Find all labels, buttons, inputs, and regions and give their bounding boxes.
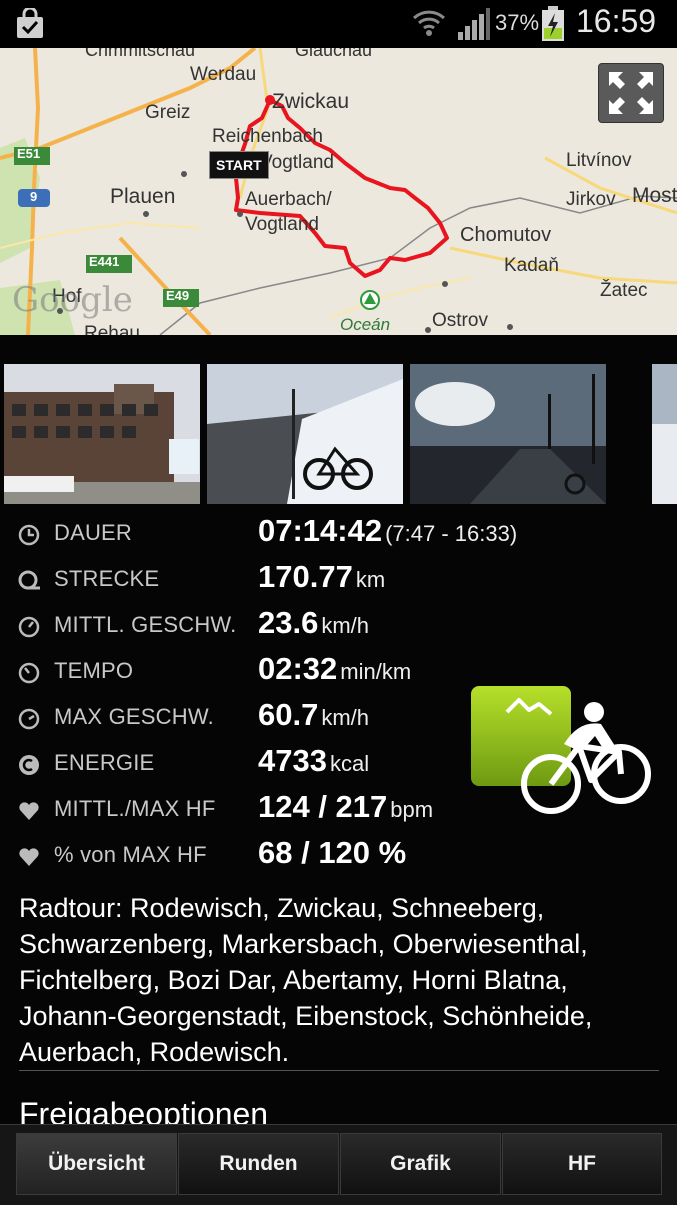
map-label-vogtland-2: Vogtland	[245, 214, 319, 235]
heart-icon	[19, 802, 39, 820]
map-label-crimmitschau: Crimmitschau	[85, 48, 196, 60]
photo-strip[interactable]	[0, 362, 677, 506]
snow-photo-partial[interactable]	[652, 364, 677, 504]
stat-value: 68 / 120 %	[258, 835, 407, 870]
building-photo[interactable]	[4, 364, 200, 504]
google-logo: Google	[12, 280, 133, 320]
stat-label: MAX GESCHW.	[54, 704, 214, 729]
heart-icon	[19, 848, 39, 866]
stat-label: ENERGIE	[54, 750, 155, 775]
map-label-kadan: Kadaň	[504, 255, 559, 276]
map-label-werdau: Werdau	[190, 64, 257, 85]
map-label-litvinov: Litvínov	[566, 150, 632, 171]
battery-charging-icon	[542, 6, 564, 41]
map-label-rehau: Rehau	[84, 323, 140, 335]
road-e441: E441	[89, 254, 120, 269]
stat-distance: STRECKE 170.77 km	[0, 558, 677, 602]
cycling-icon	[471, 686, 651, 814]
map-label-reichenbach: Reichenbach	[212, 126, 323, 147]
stat-value: 4733 kcal	[258, 743, 370, 778]
bottom-tab-bar: Übersicht Runden Grafik HF	[0, 1124, 677, 1205]
tab-heart-rate[interactable]: HF	[502, 1133, 662, 1195]
tempo-icon	[18, 662, 40, 684]
start-marker[interactable]: START	[209, 151, 269, 179]
road-e51: E51	[17, 146, 41, 161]
map-label-chomutov: Chomutov	[460, 224, 552, 246]
stat-value: 170.77 km	[258, 559, 386, 594]
stat-duration: DAUER 07:14:42 (7:47 - 16:33)	[0, 512, 677, 556]
map-label-plauen: Plauen	[110, 185, 176, 208]
stat-label: STRECKE	[54, 566, 160, 591]
map-label-jirkov: Jirkov	[566, 189, 616, 210]
sunset-road-photo[interactable]	[410, 364, 606, 504]
expand-icon	[609, 72, 653, 114]
stat-label: DAUER	[54, 520, 133, 545]
fullscreen-button[interactable]	[598, 63, 664, 123]
map-label-zwickau: Zwickau	[272, 90, 350, 113]
distance-icon	[18, 570, 40, 590]
clock-time: 16:59	[576, 3, 657, 39]
map-label-ostrov: Ostrov	[432, 310, 488, 331]
speedometer-icon	[18, 616, 40, 638]
map-label-ocean: Oceán	[340, 315, 391, 334]
bike-snow-photo[interactable]	[207, 364, 403, 504]
stat-avg-speed: MITTL. GESCHW. 23.6 km/h	[0, 604, 677, 648]
tab-laps[interactable]: Runden	[178, 1133, 339, 1195]
road-9: 9	[30, 189, 38, 204]
stat-value: 02:32 min/km	[258, 651, 412, 686]
map-label-vogtland-1: Vogtland	[260, 152, 334, 173]
stat-label: MITTL./MAX HF	[54, 796, 216, 821]
route-map[interactable]: Crimmitschau Glauchau Werdau Zwickau Gre…	[0, 48, 677, 335]
stat-label: % von MAX HF	[54, 842, 207, 867]
activity-description: Radtour: Rodewisch, Zwickau, Schneeberg,…	[19, 893, 593, 1067]
stat-value: 23.6 km/h	[258, 605, 370, 640]
stat-label: MITTL. GESCHW.	[54, 612, 237, 637]
signal-icon	[458, 8, 490, 40]
tab-graph[interactable]: Grafik	[340, 1133, 501, 1195]
clock-icon	[18, 524, 40, 546]
map-label-most: Most	[632, 184, 677, 207]
stat-heart-rate-percent: % von MAX HF 68 / 120 %	[0, 834, 677, 878]
stat-value: 124 / 217 bpm	[258, 789, 434, 824]
map-label-auerbach: Auerbach/	[245, 189, 332, 210]
shopping-bag-icon	[17, 8, 43, 38]
map-label-glauchau: Glauchau	[295, 48, 373, 60]
wifi-icon	[412, 10, 446, 36]
status-bar: 37% 16:59	[0, 0, 677, 48]
stat-value: 60.7 km/h	[258, 697, 370, 732]
battery-percent: 37%	[495, 10, 540, 35]
tab-overview[interactable]: Übersicht	[16, 1133, 177, 1195]
stat-value: 07:14:42 (7:47 - 16:33)	[258, 513, 518, 548]
road-e49: E49	[166, 288, 190, 303]
max-speed-icon	[18, 708, 40, 730]
divider	[19, 1070, 659, 1071]
map-label-zatec: Žatec	[600, 280, 648, 301]
stat-label: TEMPO	[54, 658, 134, 683]
map-label-greiz: Greiz	[145, 102, 191, 123]
energy-icon	[19, 755, 39, 775]
